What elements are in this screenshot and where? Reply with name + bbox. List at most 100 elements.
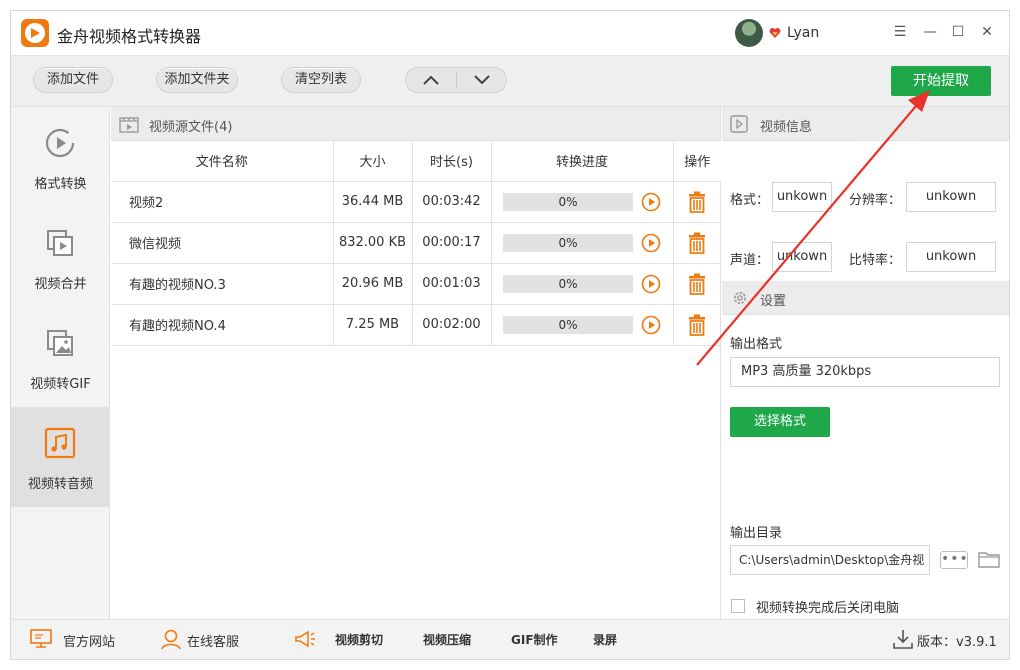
screen-record-link[interactable]: 录屏	[593, 631, 617, 648]
output-format-field[interactable]: MP3 高质量 320kbps	[730, 357, 1000, 387]
user-avatar[interactable]	[735, 19, 763, 47]
folder-icon[interactable]	[978, 549, 1000, 569]
file-size: 7.25 MB	[333, 304, 413, 346]
file-duration: 00:00:17	[412, 222, 492, 264]
monitor-icon	[30, 629, 52, 648]
trash-icon[interactable]	[687, 232, 707, 254]
shutdown-label: 视频转换完成后关闭电脑	[756, 601, 900, 616]
file-size: 20.96 MB	[333, 263, 413, 305]
close-button[interactable]: ✕	[976, 21, 998, 43]
sidebar: 格式转换 视频合并 视频转GIF 视频转音频	[11, 107, 110, 619]
progress-bar: 0%	[503, 233, 633, 252]
sidebar-item-video-to-gif[interactable]: 视频转GIF	[11, 307, 110, 407]
sidebar-item-label: 视频合并	[34, 277, 87, 292]
column-header-duration: 时长(s)	[412, 141, 492, 182]
play-icon[interactable]	[641, 192, 661, 212]
trash-icon[interactable]	[687, 191, 707, 213]
column-header-size: 大小	[333, 141, 413, 182]
actions-cell	[673, 181, 721, 223]
move-down-button[interactable]	[457, 68, 507, 92]
channel-label: 声道：	[730, 253, 770, 268]
sidebar-item-label: 视频转GIF	[30, 377, 91, 392]
bitrate-label: 比特率：	[849, 253, 902, 268]
video-compress-link[interactable]: 视频压缩	[423, 631, 471, 648]
file-name: 有趣的视频NO.3	[111, 263, 334, 305]
website-link[interactable]: 官方网站	[63, 631, 115, 650]
progress-cell: 0%	[491, 222, 674, 264]
play-icon[interactable]	[641, 274, 661, 294]
add-file-button[interactable]: 添加文件	[33, 67, 113, 93]
table-row[interactable]: 有趣的视频NO.3 20.96 MB 00:01:03 0%	[111, 263, 721, 305]
table-header-row: 文件名称 大小 时长(s) 转换进度 操作	[111, 141, 721, 182]
add-folder-button[interactable]: 添加文件夹	[156, 67, 238, 93]
format-label: 格式：	[730, 193, 770, 208]
column-header-progress: 转换进度	[491, 141, 674, 182]
right-panel: 视频信息 格式： unkown 分辨率： unkown 声道： unkown 比…	[722, 107, 1009, 619]
download-icon	[893, 630, 913, 649]
app-logo-icon	[21, 19, 49, 47]
progress-text: 0%	[558, 194, 578, 209]
sidebar-item-format-convert[interactable]: 格式转换	[11, 107, 110, 207]
video-clip-link[interactable]: 视频剪切	[335, 631, 383, 648]
browse-dots-button[interactable]: •••	[940, 551, 968, 569]
file-duration: 00:03:42	[412, 181, 492, 223]
minimize-button[interactable]: —	[919, 21, 941, 43]
format-value: unkown	[772, 182, 832, 212]
vip-heart-icon	[769, 28, 781, 38]
shutdown-checkbox[interactable]	[731, 599, 745, 613]
megaphone-icon	[295, 630, 315, 648]
file-name: 视频2	[111, 181, 334, 223]
video-to-gif-icon	[47, 330, 73, 356]
sidebar-item-label: 视频转音频	[27, 477, 93, 492]
format-convert-icon	[45, 128, 75, 158]
username[interactable]: Lyan	[787, 25, 819, 41]
menu-icon[interactable]: ☰	[889, 21, 911, 43]
output-format-label: 输出格式	[730, 337, 783, 352]
table-row[interactable]: 有趣的视频NO.4 7.25 MB 00:02:00 0%	[111, 304, 721, 346]
video-info-title: 视频信息	[760, 120, 813, 135]
progress-text: 0%	[558, 276, 578, 291]
trash-icon[interactable]	[687, 314, 707, 336]
start-extract-button[interactable]: 开始提取	[891, 66, 991, 96]
file-duration: 00:01:03	[412, 263, 492, 305]
column-header-name: 文件名称	[111, 141, 334, 182]
file-size: 36.44 MB	[333, 181, 413, 223]
output-dir-input[interactable]: C:\Users\admin\Desktop\金舟视	[730, 545, 930, 575]
table-row[interactable]: 微信视频 832.00 KB 00:00:17 0%	[111, 222, 721, 264]
resolution-value: unkown	[906, 182, 996, 212]
progress-text: 0%	[558, 235, 578, 250]
file-list-title: 视频源文件(4)	[149, 120, 233, 135]
clear-list-button[interactable]: 清空列表	[281, 67, 361, 93]
file-name: 微信视频	[111, 222, 334, 264]
actions-cell	[673, 263, 721, 305]
move-up-button[interactable]	[406, 68, 456, 92]
gear-icon	[734, 292, 746, 304]
video-info-icon	[730, 115, 748, 133]
support-link[interactable]: 在线客服	[187, 631, 239, 650]
actions-cell	[673, 304, 721, 346]
progress-cell: 0%	[491, 263, 674, 305]
video-merge-icon	[47, 230, 73, 256]
maximize-button[interactable]: ☐	[947, 21, 969, 43]
progress-cell: 0%	[491, 181, 674, 223]
progress-cell: 0%	[491, 304, 674, 346]
file-name: 有趣的视频NO.4	[111, 304, 334, 346]
chevron-up-icon	[423, 75, 439, 85]
settings-title: 设置	[760, 294, 787, 309]
trash-icon[interactable]	[687, 273, 707, 295]
progress-text: 0%	[558, 317, 578, 332]
bitrate-value: unkown	[906, 242, 996, 272]
file-size: 832.00 KB	[333, 222, 413, 264]
progress-bar: 0%	[503, 274, 633, 293]
sidebar-item-video-to-audio[interactable]: 视频转音频	[11, 407, 110, 507]
app-window: 金舟视频格式转换器 Lyan ☰ — ☐ ✕ 添加文件 添加文件夹 清空列表 开…	[10, 10, 1010, 660]
sidebar-item-video-merge[interactable]: 视频合并	[11, 207, 110, 307]
select-format-button[interactable]: 选择格式	[730, 407, 830, 437]
settings-header: 设置	[722, 281, 1009, 315]
move-buttons-group	[405, 67, 507, 93]
actions-cell	[673, 222, 721, 264]
play-icon[interactable]	[641, 315, 661, 335]
table-row[interactable]: 视频2 36.44 MB 00:03:42 0%	[111, 181, 721, 223]
play-icon[interactable]	[641, 233, 661, 253]
gif-make-link[interactable]: GIF制作	[511, 631, 558, 648]
